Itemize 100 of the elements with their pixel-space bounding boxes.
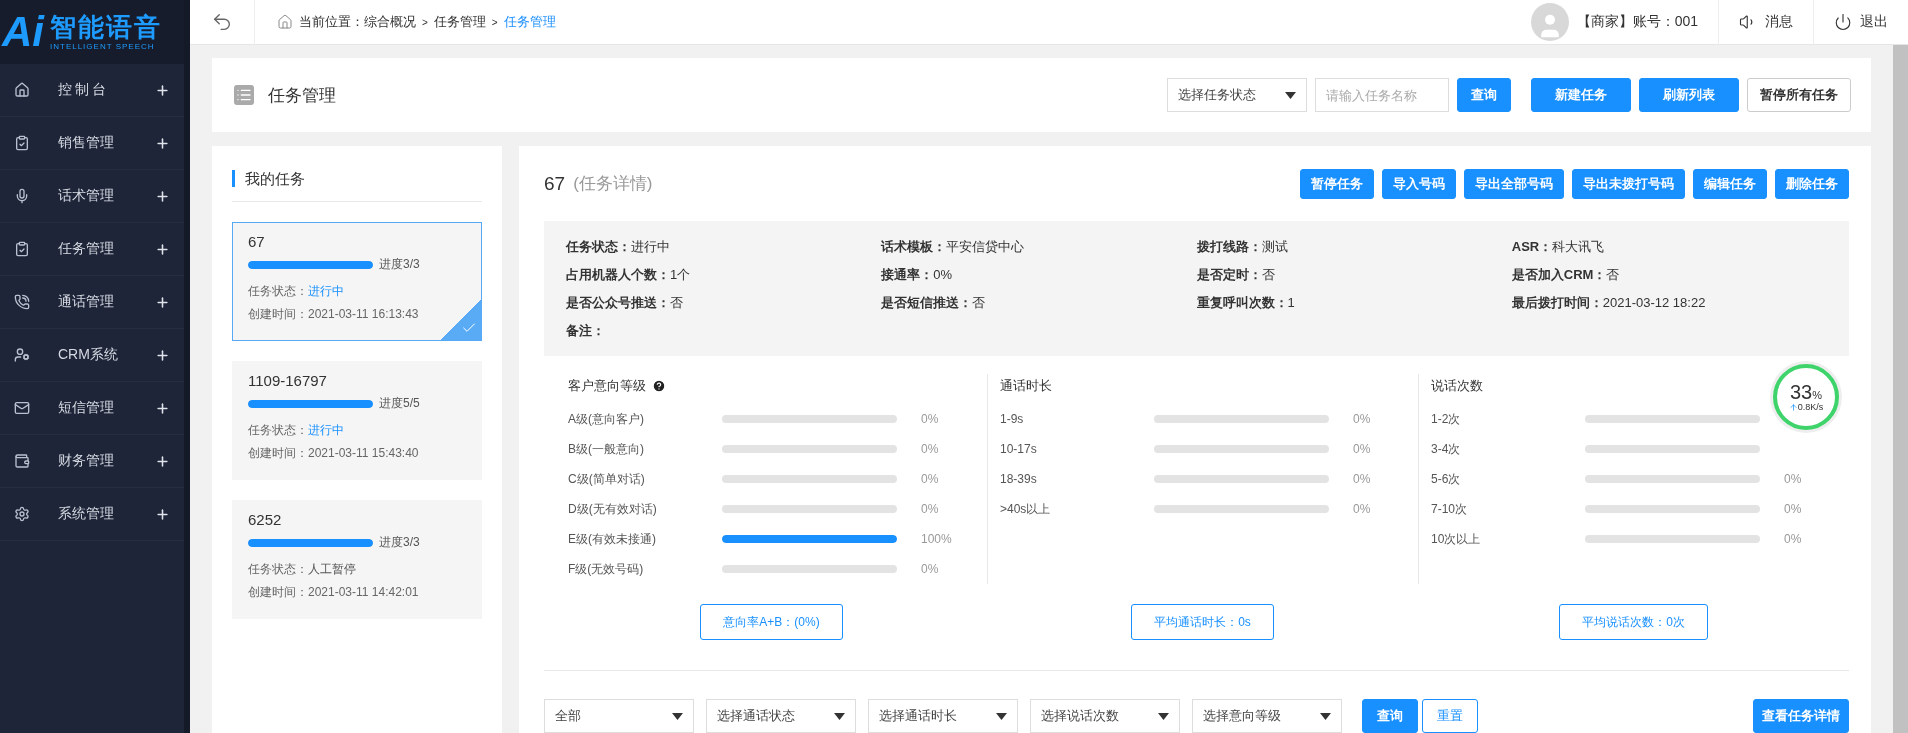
status-value: 人工暂停	[308, 561, 356, 578]
logout-link[interactable]: 退出	[1813, 0, 1908, 45]
wallet-icon	[14, 453, 30, 469]
sidebar-item[interactable]: 销售管理	[0, 117, 184, 170]
sidebar-item[interactable]: 财务管理	[0, 435, 184, 488]
filter-select[interactable]: 选择说话次数	[1030, 699, 1180, 733]
info-field: 接通率：0%	[881, 265, 1197, 284]
info-field: 是否公众号推送：否	[566, 293, 882, 312]
sidebar-item[interactable]: 话术管理	[0, 170, 184, 223]
stat-percent: 0%	[921, 502, 939, 516]
power-icon	[1834, 13, 1852, 31]
task-id: 67	[544, 172, 566, 195]
page-title: 任务管理	[268, 84, 337, 107]
stat-label: 18-39s	[1000, 472, 1038, 486]
stat-label: 10次以上	[1431, 530, 1482, 548]
caret-icon	[672, 712, 683, 720]
created-time: 创建时间：2021-03-11 16:13:43	[248, 306, 420, 323]
stat-percent: 0%	[921, 412, 939, 426]
home-icon	[277, 14, 293, 30]
stat-label: 10-17s	[1000, 442, 1038, 456]
stat-label: >40s以上	[1000, 500, 1052, 518]
filter-select[interactable]: 选择通话状态	[706, 699, 856, 733]
breadcrumb-separator: >	[491, 16, 498, 28]
task-subtitle: (任务详情)	[573, 173, 654, 195]
progress-text: 进度3/3	[379, 256, 420, 273]
stat-title: 客户意向等级	[568, 377, 646, 395]
sidebar-item[interactable]: 短信管理	[0, 382, 184, 435]
breadcrumb-label: 当前位置：	[299, 13, 364, 31]
messages-link[interactable]: 消息	[1718, 0, 1813, 45]
task-card[interactable]: 6252 进度3/3 任务状态：人工暂停 创建时间：2021-03-11 14:42:01	[232, 500, 482, 619]
sidebar-item[interactable]: CRM系统	[0, 329, 184, 382]
sidebar-item[interactable]: 控制台	[0, 64, 184, 117]
filter-select[interactable]: 选择通话时长	[868, 699, 1018, 733]
sidebar-item[interactable]: 系统管理	[0, 488, 184, 541]
status-select[interactable]: 选择任务状态	[1167, 78, 1307, 112]
caret-icon	[834, 712, 845, 720]
stat-label: 1-2次	[1431, 410, 1462, 428]
widget-percent: 33%	[1790, 382, 1822, 402]
settings-icon	[14, 506, 30, 522]
stat-title: 通话时长	[1000, 377, 1052, 395]
breadcrumb-separator: >	[422, 16, 428, 28]
stat-label: C级(简单对话)	[568, 470, 646, 488]
stat-percent: 0%	[1784, 532, 1802, 546]
created-time: 创建时间：2021-03-11 15:43:40	[248, 445, 420, 462]
filter-select[interactable]: 全部	[544, 699, 694, 733]
user-icon	[14, 347, 30, 363]
stat-percent: 0%	[1784, 502, 1802, 516]
progress-text: 进度5/5	[379, 395, 420, 412]
stat-percent: 0%	[1353, 442, 1371, 456]
stat-percent: 0%	[921, 442, 939, 456]
stat-percent: 0%	[921, 472, 939, 486]
status-label: 任务状态：	[248, 561, 308, 578]
breadcrumb-link[interactable]: 任务管理	[433, 13, 486, 31]
info-field: 备注：	[566, 321, 882, 340]
clipboard-icon	[14, 135, 30, 151]
stat-label: 3-4次	[1431, 440, 1462, 458]
avatar[interactable]	[1530, 3, 1569, 41]
info-field: 任务状态：进行中	[566, 237, 882, 256]
status-value: 进行中	[308, 422, 344, 439]
caret-icon	[1158, 712, 1169, 720]
scrollbar[interactable]	[1893, 45, 1908, 733]
breadcrumb-link[interactable]: 综合概况	[364, 13, 416, 31]
microphone-icon	[14, 188, 30, 204]
phone-icon	[14, 294, 30, 310]
stat-percent: 0%	[1353, 502, 1371, 516]
info-field: 占用机器人个数：1个	[566, 265, 882, 284]
sidebar-item[interactable]: 通话管理	[0, 276, 184, 329]
status-label: 任务状态：	[248, 283, 308, 300]
help-icon[interactable]	[652, 379, 666, 393]
task-card[interactable]: 67 进度3/3 任务状态：进行中 创建时间：2021-03-11 16:13:43	[232, 222, 482, 341]
toolbar-button[interactable]: 暂停所有任务	[1747, 78, 1851, 112]
caret-icon	[1320, 712, 1331, 720]
stat-percent: 0%	[1353, 472, 1371, 486]
search-field[interactable]: 请输入任务名称	[1315, 78, 1449, 112]
caret-icon	[996, 712, 1007, 720]
task-card[interactable]: 1109-16797 进度5/5 任务状态：进行中 创建时间：2021-03-11 15:43:40	[232, 361, 482, 480]
task-name: 6252	[248, 511, 282, 528]
home-icon	[14, 82, 30, 98]
stat-label: B级(一般意向)	[568, 440, 645, 458]
sidebar-item[interactable]: 任务管理	[0, 223, 184, 276]
stat-label: 7-10次	[1431, 500, 1469, 518]
stat-percent: 0%	[921, 562, 939, 576]
progress-text: 进度3/3	[379, 534, 420, 551]
status-label: 任务状态：	[248, 422, 308, 439]
stat-label: E级(有效未接通)	[568, 530, 657, 548]
info-field: 是否定时：否	[1196, 265, 1512, 284]
clipboard-icon	[14, 241, 30, 257]
status-value: 进行中	[308, 283, 344, 300]
section-title: 我的任务	[232, 170, 482, 187]
task-name: 67	[248, 233, 265, 250]
undo-icon	[211, 11, 233, 33]
info-field: 重复呼叫次数：1	[1196, 293, 1512, 312]
stat-label: 5-6次	[1431, 470, 1462, 488]
stat-label: A级(意向客户)	[568, 410, 645, 428]
stat-title: 说话次数	[1431, 377, 1483, 395]
stat-label: D级(无有效对话)	[568, 500, 658, 518]
info-field: ASR：科大讯飞	[1511, 237, 1827, 256]
filter-select[interactable]: 选择意向等级	[1192, 699, 1342, 733]
task-name: 1109-16797	[248, 372, 327, 389]
info-field: 最后拨打时间：2021-03-12 18:22	[1511, 293, 1827, 312]
